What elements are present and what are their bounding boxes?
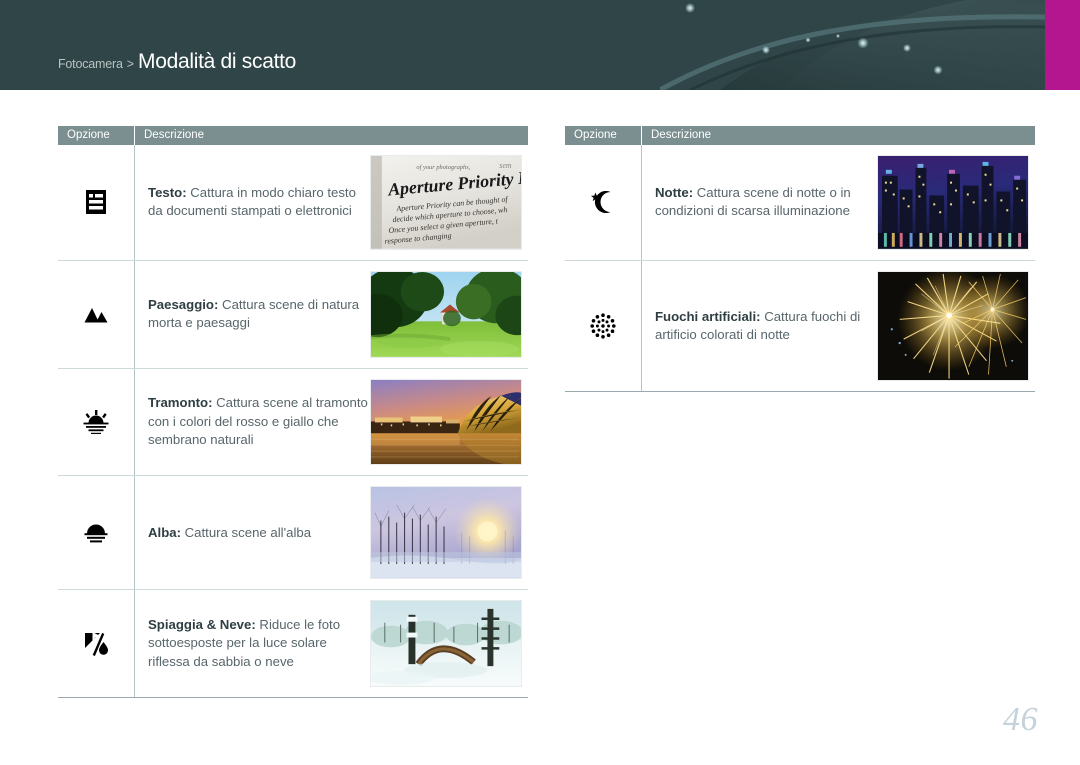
header-accent-bar: [1045, 0, 1080, 90]
option-cell: [58, 590, 135, 698]
column-header-description: Descrizione: [144, 129, 205, 141]
description-text: Fuochi artificiali: Cattura fuochi di ar…: [655, 308, 877, 345]
breadcrumb-parent[interactable]: Fotocamera: [58, 57, 123, 71]
thumbnail-image: [877, 270, 1029, 382]
option-cell: [58, 368, 135, 476]
description-cell: Paesaggio: Cattura scene di natura morta…: [135, 261, 528, 368]
thumbnail-image: [877, 155, 1029, 250]
scene-modes-table-left: Opzione Descrizione Testo: Cattura in mo…: [58, 126, 528, 699]
header-decoration: [660, 0, 1080, 90]
description-text: Tramonto: Cattura scene al tramonto con …: [148, 394, 370, 450]
table-row: Notte: Cattura scene di notte o in condi…: [565, 145, 1035, 261]
breadcrumb: Fotocamera > Modalità di scatto: [58, 50, 296, 74]
breadcrumb-separator: >: [126, 57, 135, 71]
description-text: Testo: Cattura in modo chiaro testo da d…: [148, 184, 370, 221]
table-row: Spiaggia & Neve: Riduce le foto sottoesp…: [58, 590, 528, 699]
sunrise-icon: [84, 524, 108, 543]
mode-title: Testo: [148, 184, 183, 200]
table-header-row-left: Opzione Descrizione: [58, 126, 528, 145]
scene-modes-table-right: Opzione Descrizione Notte: Cattura scene…: [565, 126, 1035, 393]
option-cell: [565, 260, 642, 392]
svg-text:of your photographs,: of your photographs,: [416, 164, 470, 171]
mode-title: Spiaggia & Neve: [148, 616, 252, 632]
table-row: Tramonto: Cattura scene al tramonto con …: [58, 368, 528, 477]
description-cell: Notte: Cattura scene di notte o in condi…: [642, 145, 1035, 260]
thumbnail-image: [370, 270, 522, 358]
description-cell: Spiaggia & Neve: Riduce le foto sottoesp…: [135, 590, 528, 697]
page-title: Modalità di scatto: [138, 50, 297, 73]
mode-title: Notte: [655, 184, 689, 200]
option-cell: [58, 260, 135, 368]
mode-title: Fuochi artificiali: [655, 308, 757, 324]
page-header: Fotocamera > Modalità di scatto: [0, 0, 1080, 90]
description-text: Notte: Cattura scene di notte o in condi…: [655, 184, 877, 221]
column-header-description: Descrizione: [651, 129, 712, 141]
description-text: Spiaggia & Neve: Riduce le foto sottoesp…: [148, 616, 370, 672]
thumbnail-image: of your photographs, sem Aperture Priori…: [370, 155, 522, 250]
mode-title: Tramonto: [148, 395, 209, 411]
table-row: Testo: Cattura in modo chiaro testo da d…: [58, 145, 528, 261]
moon-star-icon: [591, 191, 611, 214]
mode-title: Paesaggio: [148, 296, 214, 312]
mode-title: Alba: [148, 524, 177, 540]
thumbnail-image: [370, 486, 522, 580]
fireworks-icon: [590, 313, 616, 339]
description-cell: Testo: Cattura in modo chiaro testo da d…: [135, 145, 528, 260]
manual-page: Fotocamera > Modalità di scatto Opzione …: [0, 0, 1080, 765]
table-row: Alba: Cattura scene all'alba: [58, 476, 528, 591]
column-header-option: Opzione: [58, 126, 135, 145]
option-cell: [58, 476, 135, 590]
option-cell: [565, 145, 642, 260]
table-row: Paesaggio: Cattura scene di natura morta…: [58, 260, 528, 369]
column-header-option: Opzione: [565, 126, 642, 145]
page-number: 46: [1003, 701, 1038, 738]
text-document-icon: [86, 190, 106, 215]
description-text: Paesaggio: Cattura scene di natura morta…: [148, 296, 370, 333]
description-cell: Tramonto: Cattura scene al tramonto con …: [135, 369, 528, 476]
description-cell: Fuochi artificiali: Cattura fuochi di ar…: [642, 261, 1035, 392]
thumbnail-image: [370, 600, 522, 688]
description-text: Alba: Cattura scene all'alba: [148, 524, 311, 543]
mode-description: Cattura scene all'alba: [180, 524, 312, 540]
description-cell: Alba: Cattura scene all'alba: [135, 476, 528, 589]
mountain-icon: [84, 307, 108, 323]
beach-snow-icon: [85, 631, 108, 657]
table-header-row-right: Opzione Descrizione: [565, 126, 1035, 145]
table-row: Fuochi artificiali: Cattura fuochi di ar…: [565, 260, 1035, 393]
thumbnail-image: [370, 378, 522, 466]
sunset-icon: [83, 410, 109, 435]
option-cell: [58, 145, 135, 260]
